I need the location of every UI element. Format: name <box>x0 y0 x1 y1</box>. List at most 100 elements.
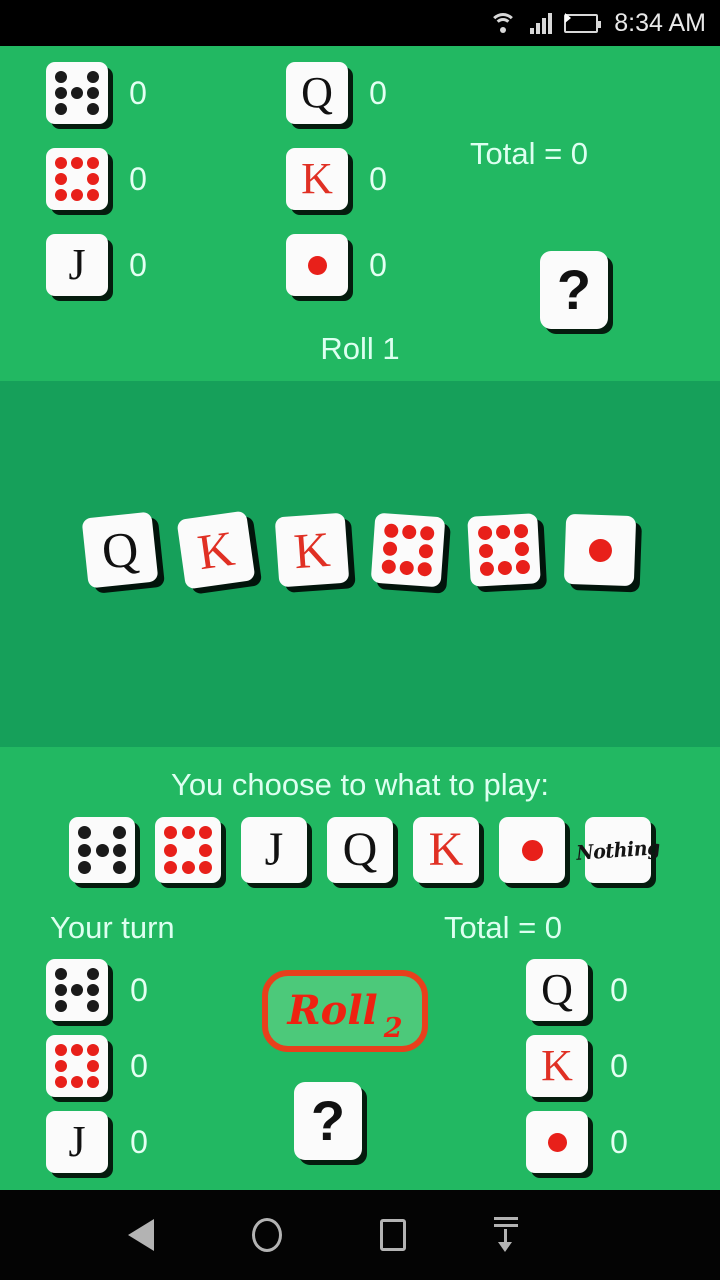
opponent-mystery-tile-wrap: ? <box>540 251 608 329</box>
tile-pips-8-red[interactable] <box>46 148 108 210</box>
status-bar: 8:34 AM <box>0 0 720 46</box>
nav-recents-button[interactable] <box>380 1219 406 1251</box>
card-letter: J <box>264 823 284 876</box>
tile-letter-k[interactable]: K <box>286 148 348 210</box>
roll-button-number: 2 <box>383 1013 403 1044</box>
dice-pips-face <box>475 521 532 578</box>
card-letter: K <box>428 823 464 876</box>
scorecard-row[interactable]: K 0 <box>286 148 408 210</box>
nav-hide-button[interactable] <box>492 1217 520 1253</box>
dice-pips-face <box>379 521 437 579</box>
opponent-board-panel: 0 0 J 0 Q 0 K 0 0 Total = 0 ? Roll 1 <box>0 46 720 381</box>
recents-square-icon <box>380 1219 406 1251</box>
scorecard-row[interactable]: J 0 <box>46 234 168 296</box>
tile-letter-k[interactable]: K <box>526 1035 588 1097</box>
choose-prompt: You choose to what to play: <box>170 767 549 802</box>
card-letter: K <box>194 519 238 581</box>
your-turn-label: Your turn <box>50 910 175 945</box>
score-value: 0 <box>610 971 628 1008</box>
tile-pips-7-black[interactable] <box>46 959 108 1021</box>
opponent-mystery-tile[interactable]: ? <box>540 251 608 329</box>
scorecard-row[interactable]: J 0 <box>46 1111 170 1173</box>
score-value: 0 <box>130 1123 148 1160</box>
dice-pips-face <box>53 155 101 203</box>
player-mystery-tile[interactable]: ? <box>294 1082 362 1160</box>
scorecard-row[interactable]: 0 <box>286 234 408 296</box>
dice-single-pip-face <box>588 538 612 562</box>
scorecard-row[interactable]: 0 <box>46 148 168 210</box>
choice-options-row: J Q K Nothing <box>0 817 720 883</box>
opponent-total-label: Total = 0 <box>470 136 589 171</box>
phone-screen: 8:34 AM 0 0 J 0 Q 0 K 0 0 Total = 0 ? Ro… <box>0 0 720 1280</box>
choice-letter-j[interactable]: J <box>241 817 307 883</box>
scorecard-row[interactable]: 0 <box>46 959 170 1021</box>
dice-pips-face <box>162 824 213 875</box>
card-letter: Q <box>301 68 333 117</box>
score-value: 0 <box>129 74 147 111</box>
scorecard-row[interactable]: Q 0 <box>526 959 650 1021</box>
dice-pips-face <box>76 824 127 875</box>
dice-pips-face <box>53 1042 101 1090</box>
score-value: 0 <box>369 160 387 197</box>
scorecard-row[interactable]: 0 <box>46 1035 170 1097</box>
home-circle-icon <box>252 1218 282 1252</box>
choice-letter-k[interactable]: K <box>413 817 479 883</box>
choice-letter-q[interactable]: Q <box>327 817 393 883</box>
nav-home-button[interactable] <box>252 1218 282 1252</box>
rolled-die-letter-k[interactable]: K <box>274 512 350 588</box>
card-letter: J <box>68 1117 86 1166</box>
tile-letter-q[interactable]: Q <box>526 959 588 1021</box>
card-letter: Q <box>342 823 378 876</box>
rolled-die-pips-8-red[interactable] <box>370 512 446 588</box>
nav-back-button[interactable] <box>128 1219 154 1251</box>
rolled-die-letter-q[interactable]: Q <box>81 511 159 589</box>
rolled-die-pips-8-red[interactable] <box>467 513 541 587</box>
choice-pips-7-black[interactable] <box>69 817 135 883</box>
hide-keyboard-icon <box>492 1217 520 1253</box>
dice-pips-face <box>53 966 101 1014</box>
dice-single-pip-face <box>307 255 327 275</box>
score-value: 0 <box>129 246 147 283</box>
tile-pips-7-black[interactable] <box>46 62 108 124</box>
card-letter: K <box>541 1041 573 1090</box>
android-nav-bar <box>0 1190 720 1280</box>
rolled-die-single-pip-red[interactable] <box>563 513 637 587</box>
dice-pips-face <box>53 69 101 117</box>
opponent-scorecard-right-column: Q 0 K 0 0 <box>286 62 408 296</box>
score-value: 0 <box>369 246 387 283</box>
score-value: 0 <box>130 1047 148 1084</box>
dice-single-pip-face <box>521 839 543 861</box>
card-letter: Q <box>99 520 141 580</box>
wifi-icon <box>488 11 518 35</box>
scorecard-row[interactable]: 0 <box>46 62 168 124</box>
rolled-die-letter-k[interactable]: K <box>176 510 256 590</box>
tile-letter-q[interactable]: Q <box>286 62 348 124</box>
rolled-dice-panel: Q K K <box>0 381 720 747</box>
tile-letter-j[interactable]: J <box>46 234 108 296</box>
scorecard-row[interactable]: K 0 <box>526 1035 650 1097</box>
tile-single-pip-red[interactable] <box>286 234 348 296</box>
scorecard-row[interactable]: Q 0 <box>286 62 408 124</box>
card-letter: K <box>301 154 333 203</box>
scorecard-row[interactable]: 0 <box>526 1111 650 1173</box>
opponent-scorecard-left-column: 0 0 J 0 <box>46 62 168 296</box>
choice-pips-8-red[interactable] <box>155 817 221 883</box>
card-letter: J <box>68 240 86 289</box>
card-letter: K <box>292 520 332 580</box>
card-letter: Q <box>541 965 573 1014</box>
score-value: 0 <box>130 971 148 1008</box>
tile-single-pip-red[interactable] <box>526 1111 588 1173</box>
tile-letter-j[interactable]: J <box>46 1111 108 1173</box>
roll-button[interactable]: Roll 2 <box>262 970 428 1052</box>
signal-bars-icon <box>530 12 553 34</box>
player-scorecard-left-column: 0 0 J 0 <box>46 959 170 1173</box>
player-total-label: Total = 0 <box>444 910 563 945</box>
player-scorecard-right-column: Q 0 K 0 0 <box>526 959 650 1173</box>
tile-pips-8-red[interactable] <box>46 1035 108 1097</box>
choice-nothing[interactable]: Nothing <box>575 817 661 883</box>
score-value: 0 <box>369 74 387 111</box>
choice-single-pip-red[interactable] <box>499 817 565 883</box>
question-mark-icon: ? <box>310 1089 346 1152</box>
status-bar-clock: 8:34 AM <box>614 8 706 37</box>
opponent-roll-label: Roll 1 <box>320 331 400 366</box>
